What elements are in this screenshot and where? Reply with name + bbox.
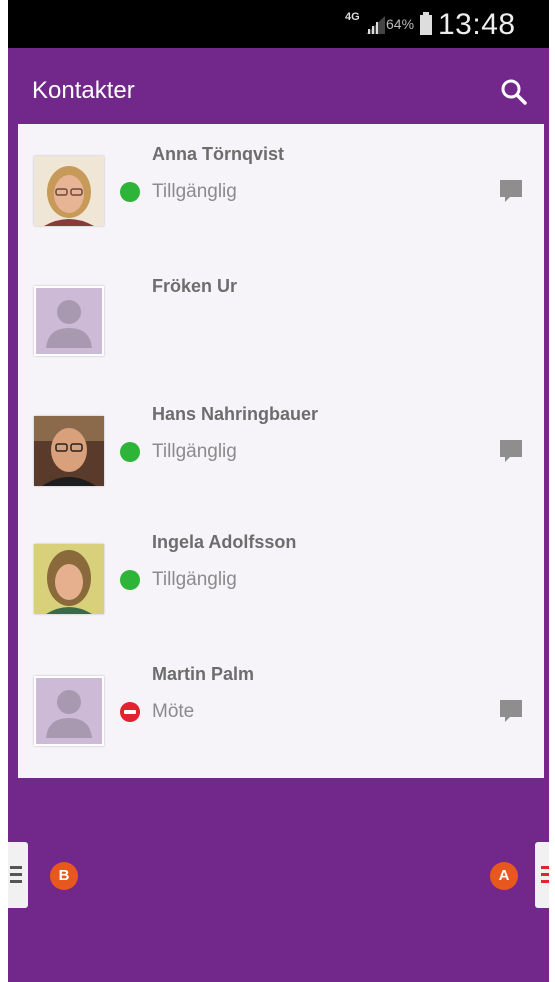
contact-row[interactable]: Anna Törnqvist Tillgänglig (18, 124, 544, 254)
status-available-icon (120, 570, 140, 590)
badge-a: A (490, 862, 518, 890)
contact-list: Anna Törnqvist Tillgänglig Fröken Ur Han… (18, 124, 544, 778)
battery-percent: 64% (386, 16, 415, 32)
chat-icon[interactable] (498, 438, 524, 464)
search-button[interactable] (498, 76, 530, 108)
avatar (34, 544, 104, 614)
right-drawer-handle[interactable] (535, 842, 549, 908)
contact-name: Anna Törnqvist (152, 144, 285, 164)
contact-name: Fröken Ur (152, 276, 238, 296)
avatar (34, 676, 104, 746)
contact-photo (34, 156, 104, 226)
phone-screen: 4G 64% 13:48 Kontakter Anna Törnqvist Ti… (8, 0, 549, 982)
menu-icon (10, 866, 22, 884)
contact-status: Tillgänglig (152, 181, 237, 202)
contact-row[interactable]: Fröken Ur (18, 254, 544, 384)
contact-row[interactable]: Ingela Adolfsson Tillgänglig (18, 514, 544, 644)
contact-name: Ingela Adolfsson (152, 532, 297, 552)
contact-status: Tillgänglig (152, 441, 237, 462)
default-avatar-icon (46, 690, 92, 738)
contact-status: Möte (152, 701, 195, 722)
status-busy-icon (120, 702, 140, 722)
left-drawer-handle[interactable] (8, 842, 28, 908)
status-available-icon (120, 182, 140, 202)
clock: 13:48 (438, 8, 516, 41)
contact-status: Tillgänglig (152, 569, 237, 590)
chat-icon[interactable] (498, 178, 524, 204)
contact-name: Hans Nahringbauer (152, 404, 319, 424)
badge-b: B (50, 862, 78, 890)
signal-icon (366, 16, 385, 34)
contact-photo (34, 416, 104, 486)
contact-row[interactable]: Martin Palm Möte (18, 644, 544, 774)
avatar (34, 156, 104, 226)
avatar (34, 286, 104, 356)
contact-name: Martin Palm (152, 664, 255, 684)
page-title: Kontakter (32, 77, 135, 104)
app-bar: Kontakter (8, 48, 549, 126)
chat-icon[interactable] (498, 698, 524, 724)
status-available-icon (120, 442, 140, 462)
network-type: 4G (345, 11, 360, 23)
avatar (34, 416, 104, 486)
contact-photo (34, 544, 104, 614)
menu-icon (541, 866, 549, 884)
search-icon (501, 79, 527, 105)
status-bar: 4G 64% 13:48 (8, 0, 549, 48)
default-avatar-icon (46, 300, 92, 348)
battery-icon (420, 12, 432, 35)
contact-row[interactable]: Hans Nahringbauer Tillgänglig (18, 384, 544, 514)
